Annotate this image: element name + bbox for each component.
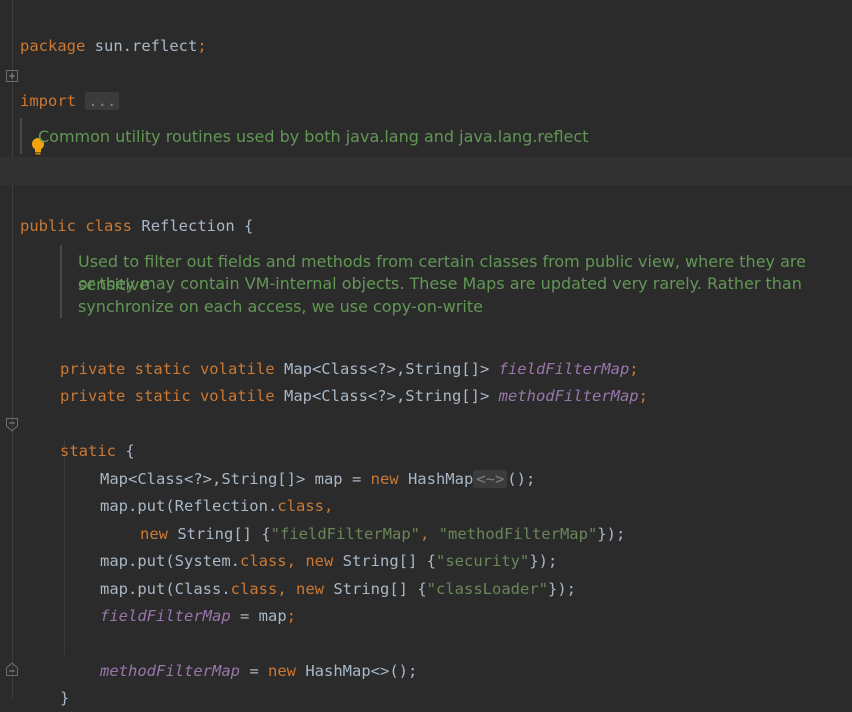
code-line-put-reflection[interactable]: map.put(Reflection.class, (0, 466, 852, 515)
class-name: Reflection (141, 217, 235, 235)
code-line-static[interactable]: static { (0, 411, 852, 460)
field-modifiers: private static volatile (60, 387, 275, 405)
caret-line-highlight[interactable] (0, 157, 852, 185)
field-doc-line-2: or they may contain VM-internal objects.… (78, 274, 802, 293)
code-line-assign-field-filter[interactable]: fieldFilterMap = map; (0, 576, 852, 625)
doc-comment-bar (20, 118, 22, 154)
class-doc-comment: Common utility routines used by both jav… (38, 127, 589, 146)
code-line-method-filter-map[interactable]: private static volatile Map<Class<?>,Str… (0, 356, 852, 405)
field-doc-comment-bar (60, 245, 62, 318)
field-doc-line-3: synchronize on each access, we use copy-… (78, 297, 483, 316)
code-line-map-decl[interactable]: Map<Class<?>,String[]> map = new HashMap… (0, 439, 852, 488)
code-line-import[interactable]: import ... (0, 61, 852, 110)
field-reference: fieldFilterMap (100, 607, 231, 625)
package-keyword: package (20, 37, 86, 55)
folded-imports[interactable]: ... (85, 92, 120, 110)
import-keyword: import (20, 92, 76, 110)
code-line-put-class[interactable]: map.put(Class.class, new String[] {"clas… (0, 549, 852, 598)
package-name: sun.reflect (94, 37, 198, 55)
code-line-put-system[interactable]: map.put(System.class, new String[] {"sec… (0, 521, 852, 570)
code-line-field-filter-map[interactable]: private static volatile Map<Class<?>,Str… (0, 329, 852, 378)
code-line-class-declaration[interactable]: public class Reflection { (0, 186, 852, 235)
class-open-brace: { (244, 217, 254, 235)
code-line-static-close[interactable]: } (0, 658, 852, 707)
code-line-assign-method-filter[interactable]: methodFilterMap = new HashMap<>(); (0, 631, 852, 680)
semicolon: ; (638, 387, 648, 405)
semicolon: ; (286, 607, 296, 625)
assignment: = map (230, 607, 287, 625)
field-name: methodFilterMap (498, 387, 639, 405)
field-type: Map<Class<?>,String[]> (283, 387, 490, 405)
code-line-package[interactable]: package sun.reflect; (0, 6, 852, 55)
static-close-brace: } (60, 689, 70, 707)
public-keyword: public (20, 217, 76, 235)
code-line-string-array-1[interactable]: new String[] {"fieldFilterMap", "methodF… (0, 494, 852, 543)
package-semicolon: ; (197, 37, 207, 55)
class-keyword: class (85, 217, 133, 235)
